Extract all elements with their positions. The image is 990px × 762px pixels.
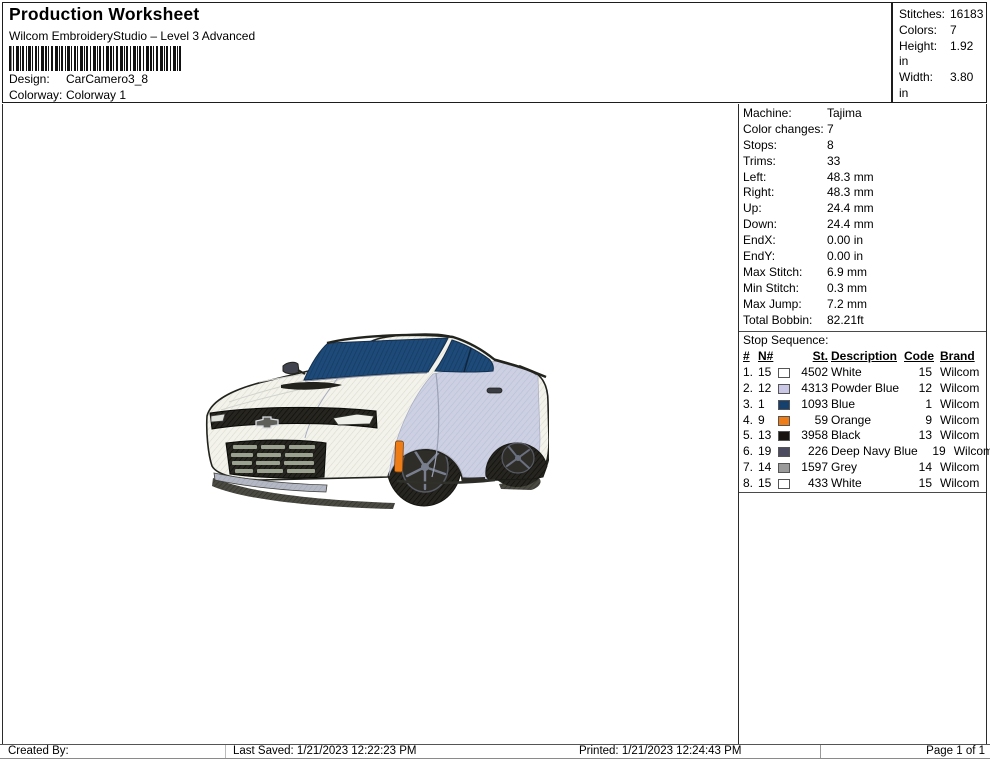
header-divider [891, 3, 893, 102]
page-number: Page 1 of 1 [820, 745, 990, 758]
detail-row-endy: EndY:0.00 in [739, 249, 986, 265]
stop-sequence-row: 8.15 433White 15Wilcom [739, 476, 986, 492]
thread-color-swatch [778, 368, 790, 378]
colorway-label: Colorway: [9, 88, 66, 102]
summary-row-width: Width:3.80 in [899, 70, 986, 102]
design-canvas [2, 104, 738, 744]
detail-row-left: Left:48.3 mm [739, 170, 986, 186]
detail-row-trims: Trims:33 [739, 154, 986, 170]
summary-row-stitches: Stitches:16183 [899, 7, 986, 23]
detail-row-up: Up:24.4 mm [739, 201, 986, 217]
camaro-embroidery-design [199, 328, 549, 513]
door-handle [487, 388, 502, 393]
design-value: CarCamero3_8 [66, 72, 148, 86]
thread-color-swatch [778, 400, 790, 410]
worksheet-header: Production Worksheet Wilcom EmbroiderySt… [2, 2, 987, 103]
software-subtitle: Wilcom EmbroideryStudio – Level 3 Advanc… [9, 29, 255, 43]
detail-row-color-changes: Color changes:7 [739, 122, 986, 138]
underbody [461, 477, 485, 483]
barcode-icon [9, 46, 181, 71]
thread-color-swatch [778, 479, 790, 489]
design-name-row: Design:CarCamero3_8 [9, 72, 148, 86]
page-title: Production Worksheet [9, 4, 199, 25]
stop-sequence-row: 6.19 226Deep Navy Blue 19Wilcom [739, 444, 986, 460]
stop-sequence-row: 2.12 4313Powder Blue 12Wilcom [739, 381, 986, 397]
summary-row-colors: Colors:7 [899, 23, 986, 39]
thread-color-swatch [778, 384, 790, 394]
design-summary-box: Stitches:16183 Colors:7 Height:1.92 in W… [899, 7, 986, 118]
stop-sequence-title: Stop Sequence: [739, 332, 986, 349]
stop-sequence-bottom-divider [739, 492, 986, 493]
detail-row-down: Down:24.4 mm [739, 217, 986, 233]
detail-row-stops: Stops:8 [739, 138, 986, 154]
side-marker-light [394, 441, 403, 472]
thread-color-swatch [778, 416, 790, 426]
detail-row-max-stitch: Max Stitch:6.9 mm [739, 265, 986, 281]
created-by-label: Created By: [0, 745, 226, 758]
detail-row-total-bobbin: Total Bobbin:82.21ft [739, 313, 986, 329]
thread-color-swatch [778, 431, 790, 441]
stop-sequence-row: 1.15 4502White 15Wilcom [739, 365, 986, 381]
last-saved-text: Last Saved: 1/21/2023 12:22:23 PM [226, 745, 572, 758]
stop-sequence-header-row: # N# St. Description Code Brand [739, 349, 986, 365]
detail-row-machine: Machine:Tajima [739, 106, 986, 122]
detail-row-right: Right:48.3 mm [739, 185, 986, 201]
side-mirror [283, 362, 305, 374]
design-label: Design: [9, 72, 66, 86]
printed-text: Printed: 1/21/2023 12:24:43 PM [572, 745, 820, 758]
detail-row-endx: EndX:0.00 in [739, 233, 986, 249]
machine-details-panel: Machine:Tajima Color changes:7 Stops:8 T… [738, 104, 987, 744]
detail-row-min-stitch: Min Stitch:0.3 mm [739, 281, 986, 297]
colorway-row: Colorway:Colorway 1 [9, 88, 126, 102]
stop-sequence-row: 3.1 1093Blue 1Wilcom [739, 397, 986, 413]
page-footer: Created By: Last Saved: 1/21/2023 12:22:… [0, 744, 990, 759]
summary-row-height: Height:1.92 in [899, 39, 986, 71]
thread-color-swatch [778, 447, 790, 457]
lower-grille [226, 440, 326, 478]
colorway-value: Colorway 1 [66, 88, 126, 102]
stop-sequence-row: 7.14 1597Grey 14Wilcom [739, 460, 986, 476]
stop-sequence-row: 5.13 3958Black 13Wilcom [739, 428, 986, 444]
detail-row-max-jump: Max Jump:7.2 mm [739, 297, 986, 313]
stop-sequence-row: 4.9 59Orange 9Wilcom [739, 413, 986, 429]
thread-color-swatch [778, 463, 790, 473]
